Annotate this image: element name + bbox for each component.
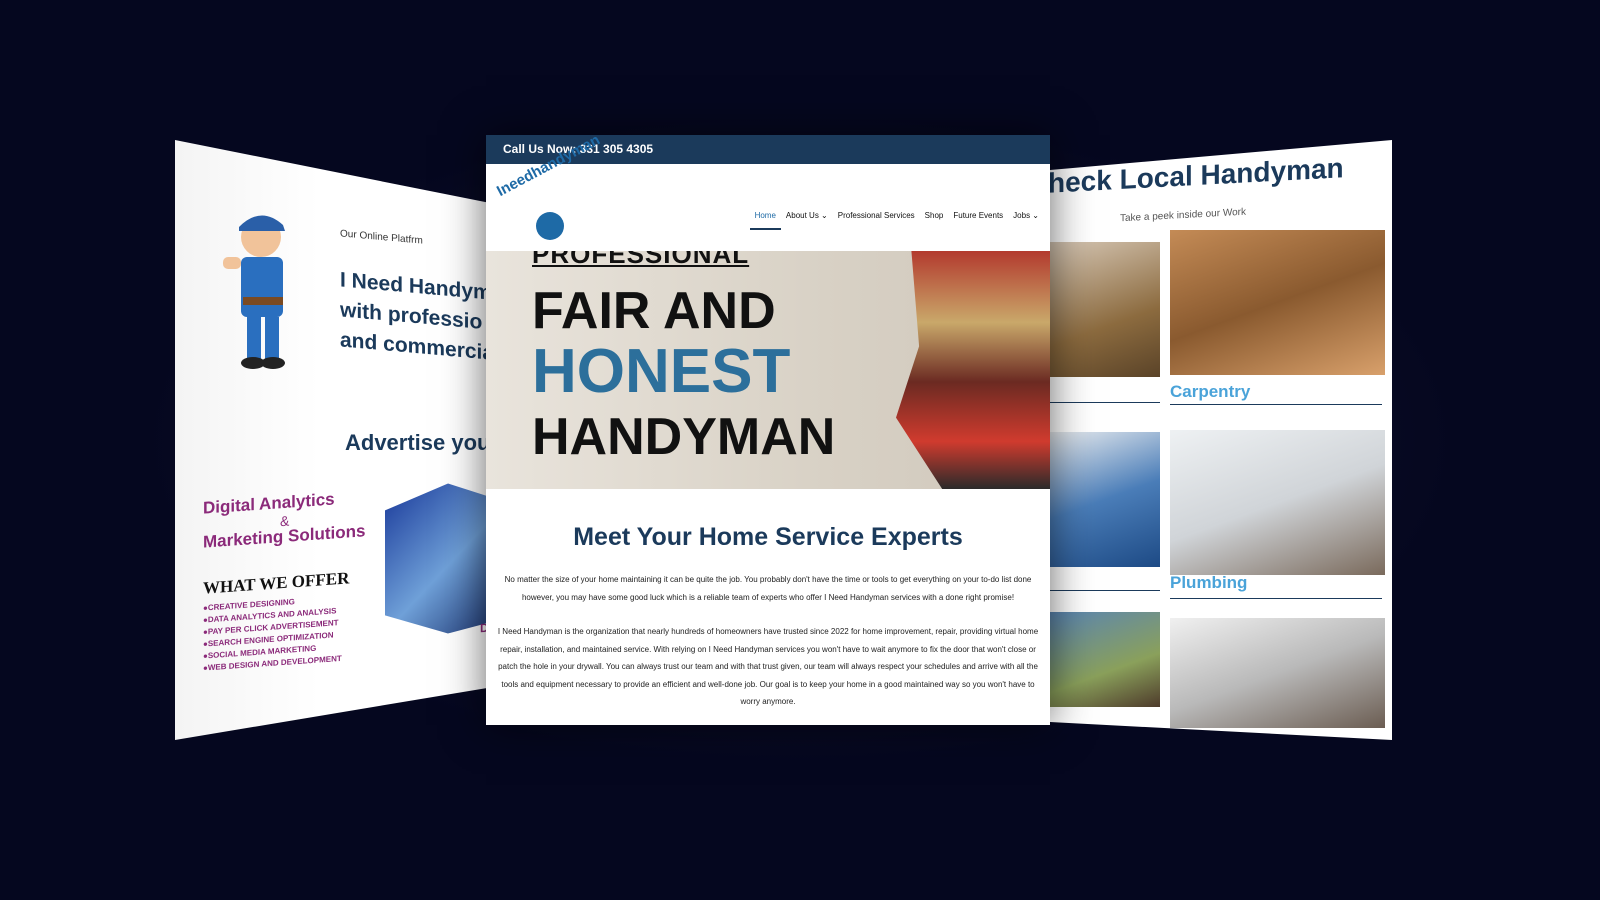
divider: [1170, 404, 1382, 405]
work-image-carpentry[interactable]: [1170, 230, 1385, 375]
ad-title: Digital Analytics Marketing Solutions: [203, 486, 383, 553]
hero-line2: HONEST: [532, 337, 791, 406]
nav-professional-services[interactable]: Professional Services: [833, 208, 920, 228]
work-image-kitchen[interactable]: [1170, 618, 1385, 728]
label-carpentry[interactable]: Carpentry: [1170, 382, 1250, 402]
logo-mascot-icon: [536, 212, 564, 240]
right-page-preview: heck Local Handyman Take a peek inside o…: [1050, 140, 1392, 740]
hero-pre-title: PROFESSIONAL: [532, 251, 750, 269]
right-subtitle: Take a peek inside our Work: [1120, 206, 1246, 225]
main-nav: Home About Us ⌄ Professional Services Sh…: [749, 208, 1044, 230]
center-page-preview: Call Us Now: 331 305 4305 Ineedhandyman …: [486, 135, 1050, 725]
divider: [1050, 590, 1160, 591]
ad-service-list: CREATIVE DESIGNING DATA ANALYTICS AND AN…: [203, 593, 342, 675]
nav-future-events[interactable]: Future Events: [948, 208, 1008, 228]
hero-tool-hand-image: [896, 251, 1050, 489]
work-image-toolbelt[interactable]: [1050, 242, 1160, 377]
work-image-plumbing[interactable]: [1170, 430, 1385, 575]
left-page-preview: Our Online Platfrm I Need Handym with pr…: [175, 140, 535, 740]
nav-home[interactable]: Home: [749, 208, 781, 230]
left-subtitle: Our Online Platfrm: [340, 228, 423, 247]
nav-jobs[interactable]: Jobs ⌄: [1008, 208, 1044, 228]
advertise-heading: Advertise your: [345, 430, 500, 455]
handyman-mascot-icon: [223, 215, 285, 369]
hero-line3: HANDYMAN: [532, 408, 836, 466]
work-image-worker[interactable]: [1050, 432, 1160, 567]
divider: [1170, 598, 1382, 599]
divider: [1050, 402, 1160, 403]
hero-line1: FAIR AND: [532, 282, 776, 340]
ad-banner[interactable]: Digital Analytics Marketing Solutions & …: [185, 468, 525, 692]
hero-banner: PROFESSIONAL FAIR AND HONEST HANDYMAN: [486, 251, 1050, 489]
nav-shop[interactable]: Shop: [920, 208, 949, 228]
nav-about-us[interactable]: About Us ⌄: [781, 208, 833, 228]
label-plumbing[interactable]: Plumbing: [1170, 573, 1247, 593]
work-image-house[interactable]: [1050, 612, 1160, 707]
about-paragraph: I Need Handyman is the organization that…: [497, 627, 1039, 706]
site-header: Ineedhandyman Home About Us ⌄ Profession…: [486, 135, 1050, 251]
section-heading: Meet Your Home Service Experts: [573, 523, 963, 551]
ad-amp: &: [280, 512, 290, 530]
intro-paragraph: No matter the size of your home maintain…: [504, 575, 1032, 602]
